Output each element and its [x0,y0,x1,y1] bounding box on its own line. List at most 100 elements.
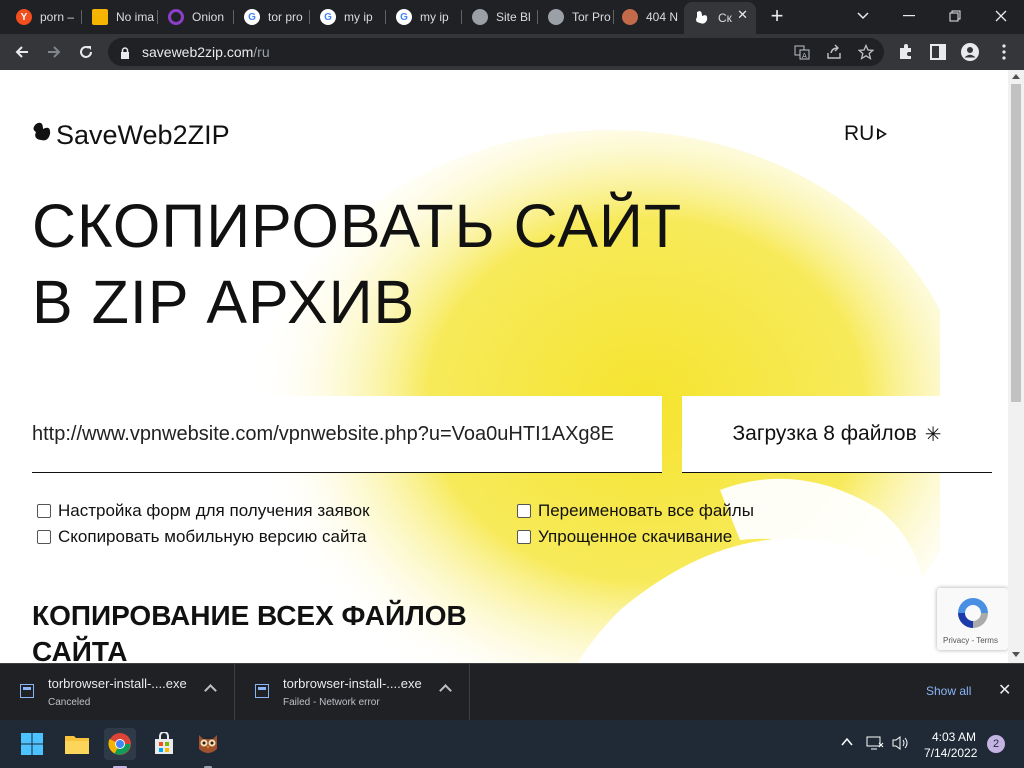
forward-button[interactable] [40,38,68,66]
chevron-up-tray-icon[interactable] [840,735,854,754]
tab-title: my ip [344,10,373,24]
browser-tab[interactable]: G tor pro [234,4,310,30]
download-item[interactable]: torbrowser-install-....exe Failed - Netw… [235,664,470,721]
scroll-down-arrow-icon[interactable] [1012,652,1020,657]
translate-icon[interactable]: A [794,44,810,60]
saveweb2zip-logo-icon [32,121,54,150]
tab-strip: Y porn – No ima Onion G tor pro G my ip … [0,0,1024,34]
address-bar[interactable]: saveweb2zip.com/ru A [108,38,884,66]
lock-icon[interactable] [120,46,130,64]
download-button[interactable]: Загрузка 8 файлов ✳ [682,396,992,473]
title-line: В ZIP АРХИВ [32,268,416,336]
windows-logo-icon [21,733,43,755]
google-icon: G [244,9,260,25]
close-tab-icon[interactable]: ✕ [737,7,748,23]
reload-button[interactable] [72,38,100,66]
browser-tab[interactable]: Y porn – [6,4,82,30]
language-switch[interactable]: RU [844,122,888,146]
chrome-taskbar-button[interactable] [104,728,136,768]
tab-title: my ip [420,10,449,24]
browser-tab[interactable]: Site Bl [462,4,538,30]
back-button[interactable] [8,38,36,66]
file-icon [20,684,34,698]
page-scrollbar[interactable] [1008,70,1024,663]
close-downloads-icon[interactable]: ✕ [998,680,1011,700]
site-url-input[interactable] [32,396,662,473]
download-item[interactable]: torbrowser-install-....exe Canceled [0,664,235,721]
minimize-button[interactable] [886,0,932,32]
browser-tab[interactable]: Onion [158,4,234,30]
url-text: saveweb2zip.com/ru [142,44,270,60]
extensions-puzzle-icon[interactable] [896,42,916,62]
checkbox[interactable] [37,504,51,518]
downloads-bar: torbrowser-install-....exe Canceled torb… [0,663,1024,721]
option-label: Упрощенное скачивание [538,527,733,546]
play-triangle-icon [877,128,888,140]
yandex-icon: Y [16,9,32,25]
section-line: САЙТА [32,636,128,663]
scroll-thumb[interactable] [1011,84,1021,402]
store-button[interactable] [148,728,180,760]
notification-badge[interactable]: 2 [987,735,1005,753]
option-label: Настройка форм для получения заявок [58,501,370,520]
menu-kebab-icon[interactable] [994,42,1014,62]
bookmark-star-icon[interactable] [857,43,875,60]
tab-title: porn – [40,10,75,24]
browser-tab[interactable]: G my ip [310,4,386,30]
option-forms-checkbox[interactable]: Настройка форм для получения заявок [37,501,370,521]
screen: { "browser": { "tabs": [ {"title": "porn… [0,0,1024,768]
restore-button[interactable] [932,0,978,32]
start-button[interactable] [16,728,48,760]
site-logo[interactable]: SaveWeb2ZIP [32,120,230,151]
option-simple-checkbox[interactable]: Упрощенное скачивание [517,527,732,547]
new-tab-button[interactable]: + [764,4,790,30]
option-rename-checkbox[interactable]: Переименовать все файлы [517,501,754,521]
browser-tab-active[interactable]: Ск ✕ [684,2,756,34]
web-page: SaveWeb2ZIP RU СКОПИРОВАТЬ САЙТ В ZIP АР… [0,70,1008,663]
recaptcha-links[interactable]: Privacy - Terms [943,636,998,645]
folder-image-icon [92,9,108,25]
clock[interactable]: 4:03 AM 7/14/2022 [924,729,978,761]
download-filename: torbrowser-install-....exe [48,676,187,691]
tab-title: Site Bl [496,10,531,24]
chevron-up-icon[interactable] [439,684,452,697]
owl-icon [199,735,217,753]
saveweb2zip-icon [694,10,710,26]
windows-taskbar: 4:03 AM 7/14/2022 2 [0,720,1024,768]
owl-app-button[interactable] [192,728,224,768]
option-label: Переименовать все файлы [538,501,754,520]
tab-search-button[interactable] [840,0,886,32]
tor-onion-icon [168,9,184,25]
browser-tab[interactable]: G my ip [386,4,462,30]
recaptcha-badge[interactable]: Privacy - Terms [937,588,1008,650]
checkbox[interactable] [37,530,51,544]
close-window-button[interactable] [978,0,1024,32]
recaptcha-icon [958,598,988,628]
tab-title: tor pro [268,10,303,24]
browser-tab[interactable]: No ima [82,4,158,30]
show-all-downloads-link[interactable]: Show all [926,684,971,698]
page-title: СКОПИРОВАТЬ САЙТ В ZIP АРХИВ [32,188,682,340]
round-logo-icon [622,9,638,25]
chevron-up-icon[interactable] [204,684,217,697]
browser-toolbar: saveweb2zip.com/ru A [0,34,1024,70]
download-label: Загрузка 8 файлов [732,422,917,445]
profile-avatar-icon[interactable] [960,42,980,62]
scroll-up-arrow-icon[interactable] [1012,74,1020,79]
clock-date: 7/14/2022 [924,746,978,760]
network-icon[interactable] [866,735,884,756]
volume-icon[interactable] [891,735,909,756]
share-icon[interactable] [826,44,842,60]
globe-icon [472,9,488,25]
option-mobile-checkbox[interactable]: Скопировать мобильную версию сайта [37,527,367,547]
google-icon: G [320,9,336,25]
google-icon: G [396,9,412,25]
section-line: КОПИРОВАНИЕ ВСЕХ ФАЙЛОВ [32,600,467,631]
option-label: Скопировать мобильную версию сайта [58,527,367,546]
browser-tab[interactable]: Tor Pro [538,4,614,30]
file-explorer-button[interactable] [61,728,93,760]
browser-tab[interactable]: 404 N [612,4,684,30]
checkbox[interactable] [517,530,531,544]
side-panel-icon[interactable] [928,42,948,62]
checkbox[interactable] [517,504,531,518]
